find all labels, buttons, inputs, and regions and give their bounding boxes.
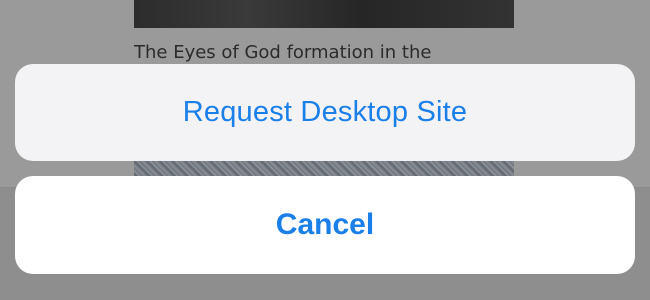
cancel-label: Cancel	[275, 208, 375, 241]
screen: The Eyes of God formation in the Request…	[0, 0, 650, 300]
cancel-button[interactable]: Cancel	[15, 176, 635, 274]
article-text: The Eyes of God formation in the	[134, 42, 432, 63]
article-photo-top	[134, 0, 514, 28]
request-desktop-site-button[interactable]: Request Desktop Site	[15, 64, 635, 161]
request-desktop-site-label: Request Desktop Site	[182, 96, 468, 128]
